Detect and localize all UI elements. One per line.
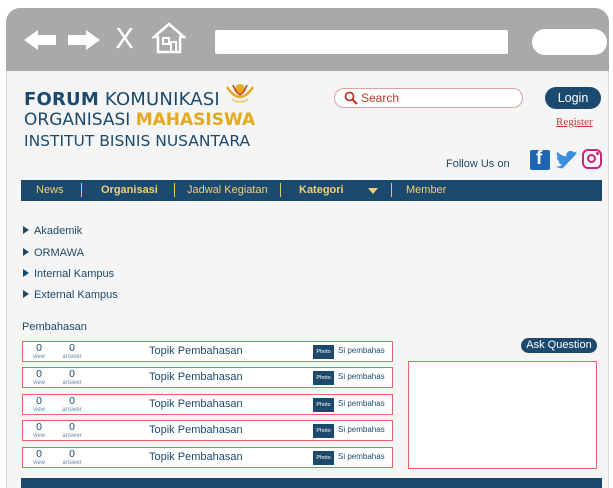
answer-count: 0 answer [62,342,82,360]
address-bar[interactable] [215,30,508,54]
instagram-icon[interactable] [582,149,602,169]
discussion-row[interactable]: 0 view 0 answer Topik Pembahasan Photo Si … [22,420,393,441]
search-input[interactable]: Search [334,88,523,108]
follow-label: Follow Us on [446,158,510,170]
caret-right-icon [23,290,29,298]
view-count: 0 view [32,368,45,386]
author-name[interactable]: Si pembahas [338,372,385,381]
author-photo: Photo [313,345,334,359]
topic-title[interactable]: Topik Pembahasan [149,398,243,410]
author-name[interactable]: Si pembahas [338,399,385,408]
nav-separator [174,183,175,197]
author-name[interactable]: Si pembahas [338,346,385,355]
discussion-row[interactable]: 0 view 0 answer Topik Pembahasan Photo Si … [22,341,393,362]
ask-question-button[interactable]: Ask Question [521,338,597,353]
login-button[interactable]: Login [545,87,601,109]
discussion-row[interactable]: 0 view 0 answer Topik Pembahasan Photo Si … [22,367,393,388]
side-panel [408,361,597,469]
author-photo: Photo [313,424,334,438]
author-photo: Photo [313,451,334,465]
logo-line-2: ORGANISASI MAHASISWA [24,110,256,130]
author-photo: Photo [313,371,334,385]
topic-title[interactable]: Topik Pembahasan [149,345,243,357]
answer-count: 0 answer [62,395,82,413]
emblem-icon [225,84,255,103]
caret-right-icon [23,226,29,234]
caret-right-icon [23,269,29,277]
answer-count: 0 answer [62,448,82,466]
answer-count: 0 answer [62,421,82,439]
home-icon[interactable] [152,21,186,55]
category-item-external-kampus[interactable]: External Kampus [23,289,118,301]
facebook-icon[interactable]: f [530,148,550,170]
caret-right-icon [23,248,29,256]
author-name[interactable]: Si pembahas [338,425,385,434]
topic-title[interactable]: Topik Pembahasan [149,371,243,383]
forward-arrow-icon[interactable] [66,25,102,55]
category-item-internal-kampus[interactable]: Internal Kampus [23,268,114,280]
site-logo[interactable]: FORUM KOMUNIKASI ORGANISASI MAHASISWA IN… [24,90,255,151]
nav-separator [391,183,392,197]
topic-title[interactable]: Topik Pembahasan [149,424,243,436]
chevron-down-icon[interactable] [368,188,378,194]
search-icon [344,91,358,105]
nav-item-jadwal-kegiatan[interactable]: Jadwal Kegiatan [187,184,268,196]
browser-menu-field[interactable] [532,29,607,55]
nav-separator [81,183,82,197]
back-arrow-icon[interactable] [22,25,58,55]
author-photo: Photo [313,398,334,412]
view-count: 0 view [32,395,45,413]
answer-count: 0 answer [62,368,82,386]
browser-toolbar: X [6,8,609,71]
register-link[interactable]: Register [556,116,593,128]
logo-line-1: FORUM KOMUNIKASI [24,89,220,110]
footer-bar [21,478,602,488]
view-count: 0 view [32,421,45,439]
nav-separator [280,183,281,197]
close-icon[interactable]: X [115,22,134,55]
view-count: 0 view [32,342,45,360]
discussion-heading: Pembahasan [22,321,87,333]
view-count: 0 view [32,448,45,466]
discussion-row[interactable]: 0 view 0 answer Topik Pembahasan Photo Si … [22,447,393,468]
nav-item-member[interactable]: Member [406,184,446,196]
topic-title[interactable]: Topik Pembahasan [149,451,243,463]
search-placeholder: Search [361,91,400,105]
main-navbar: News Organisasi Jadwal Kegiatan Kategori… [21,180,602,201]
discussion-row[interactable]: 0 view 0 answer Topik Pembahasan Photo Si … [22,394,393,415]
nav-item-organisasi[interactable]: Organisasi [101,184,158,196]
author-name[interactable]: Si pembahas [338,452,385,461]
category-item-akademik[interactable]: Akademik [23,225,82,237]
category-item-ormawa[interactable]: ORMAWA [23,247,84,259]
twitter-icon[interactable] [556,150,578,170]
nav-item-news[interactable]: News [36,184,64,196]
nav-item-kategori[interactable]: Kategori [299,184,344,196]
logo-line-3: INSTITUT BISNIS NUSANTARA [24,132,251,150]
